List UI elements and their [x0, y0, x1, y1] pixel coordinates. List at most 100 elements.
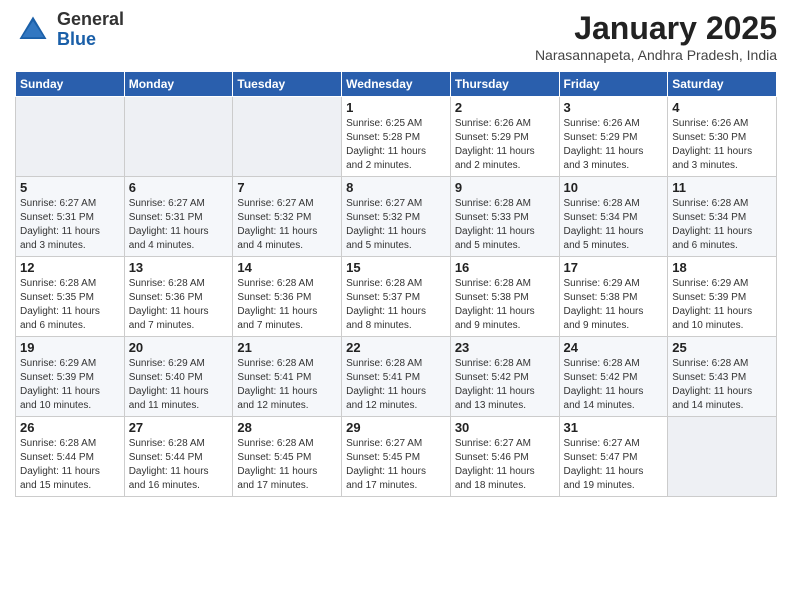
day-info: Sunrise: 6:28 AMSunset: 5:42 PMDaylight:… — [564, 357, 664, 413]
calendar-day-cell: 8 Sunrise: 6:27 AMSunset: 5:32 PMDaylight… — [342, 177, 451, 257]
calendar-day-header: Sunday — [16, 72, 125, 97]
day-info: Sunrise: 6:28 AMSunset: 5:44 PMDaylight:… — [129, 437, 229, 493]
calendar-day-cell: 1 Sunrise: 6:25 AMSunset: 5:28 PMDaylight… — [342, 97, 451, 177]
day-info: Sunrise: 6:29 AMSunset: 5:38 PMDaylight:… — [564, 277, 664, 333]
day-number: 6 — [129, 180, 229, 195]
day-number: 11 — [672, 180, 772, 195]
day-number: 15 — [346, 260, 446, 275]
calendar-day-cell — [233, 97, 342, 177]
day-info: Sunrise: 6:28 AMSunset: 5:36 PMDaylight:… — [129, 277, 229, 333]
day-number: 14 — [237, 260, 337, 275]
title-block: January 2025 Narasannapeta, Andhra Prade… — [535, 10, 777, 63]
day-info: Sunrise: 6:28 AMSunset: 5:42 PMDaylight:… — [455, 357, 555, 413]
calendar-day-header: Thursday — [450, 72, 559, 97]
day-info: Sunrise: 6:26 AMSunset: 5:29 PMDaylight:… — [564, 117, 664, 173]
day-info: Sunrise: 6:28 AMSunset: 5:34 PMDaylight:… — [564, 197, 664, 253]
calendar-day-cell: 28 Sunrise: 6:28 AMSunset: 5:45 PMDayligh… — [233, 417, 342, 497]
calendar-day-cell: 23 Sunrise: 6:28 AMSunset: 5:42 PMDayligh… — [450, 337, 559, 417]
calendar-day-cell: 11 Sunrise: 6:28 AMSunset: 5:34 PMDayligh… — [668, 177, 777, 257]
day-info: Sunrise: 6:28 AMSunset: 5:33 PMDaylight:… — [455, 197, 555, 253]
logo-icon — [15, 12, 51, 48]
calendar-day-cell — [124, 97, 233, 177]
calendar-week-row: 26 Sunrise: 6:28 AMSunset: 5:44 PMDayligh… — [16, 417, 777, 497]
day-info: Sunrise: 6:28 AMSunset: 5:45 PMDaylight:… — [237, 437, 337, 493]
day-info: Sunrise: 6:28 AMSunset: 5:34 PMDaylight:… — [672, 197, 772, 253]
calendar-day-cell: 4 Sunrise: 6:26 AMSunset: 5:30 PMDaylight… — [668, 97, 777, 177]
day-number: 22 — [346, 340, 446, 355]
calendar-day-cell: 24 Sunrise: 6:28 AMSunset: 5:42 PMDayligh… — [559, 337, 668, 417]
calendar-day-cell: 26 Sunrise: 6:28 AMSunset: 5:44 PMDayligh… — [16, 417, 125, 497]
calendar-day-cell: 6Sunrise: 6:27 AMSunset: 5:31 PMDaylight… — [124, 177, 233, 257]
day-info: Sunrise: 6:25 AMSunset: 5:28 PMDaylight:… — [346, 117, 446, 173]
day-info: Sunrise: 6:28 AMSunset: 5:44 PMDaylight:… — [20, 437, 120, 493]
day-number: 27 — [129, 420, 229, 435]
day-number: 10 — [564, 180, 664, 195]
calendar-day-cell: 9Sunrise: 6:28 AMSunset: 5:33 PMDaylight… — [450, 177, 559, 257]
calendar-day-cell: 30Sunrise: 6:27 AMSunset: 5:46 PMDayligh… — [450, 417, 559, 497]
day-info: Sunrise: 6:29 AMSunset: 5:39 PMDaylight:… — [20, 357, 120, 413]
logo: General Blue — [15, 10, 124, 50]
day-number: 17 — [564, 260, 664, 275]
day-info: Sunrise: 6:28 AMSunset: 5:41 PMDaylight:… — [346, 357, 446, 413]
calendar-day-header: Tuesday — [233, 72, 342, 97]
calendar-header-row: SundayMondayTuesdayWednesdayThursdayFrid… — [16, 72, 777, 97]
calendar-day-cell: 25Sunrise: 6:28 AMSunset: 5:43 PMDayligh… — [668, 337, 777, 417]
day-number: 23 — [455, 340, 555, 355]
logo-text: General Blue — [57, 10, 124, 50]
day-number: 29 — [346, 420, 446, 435]
calendar-day-cell: 12 Sunrise: 6:28 AMSunset: 5:35 PMDayligh… — [16, 257, 125, 337]
calendar-day-header: Saturday — [668, 72, 777, 97]
calendar-day-cell — [16, 97, 125, 177]
calendar-day-cell: 22 Sunrise: 6:28 AMSunset: 5:41 PMDayligh… — [342, 337, 451, 417]
calendar-day-cell: 16Sunrise: 6:28 AMSunset: 5:38 PMDayligh… — [450, 257, 559, 337]
header: General Blue January 2025 Narasannapeta,… — [15, 10, 777, 63]
calendar-day-header: Wednesday — [342, 72, 451, 97]
day-info: Sunrise: 6:28 AMSunset: 5:35 PMDaylight:… — [20, 277, 120, 333]
day-number: 8 — [346, 180, 446, 195]
day-number: 1 — [346, 100, 446, 115]
calendar-day-cell: 18Sunrise: 6:29 AMSunset: 5:39 PMDayligh… — [668, 257, 777, 337]
calendar-day-cell: 19 Sunrise: 6:29 AMSunset: 5:39 PMDayligh… — [16, 337, 125, 417]
day-number: 3 — [564, 100, 664, 115]
day-number: 28 — [237, 420, 337, 435]
calendar-day-cell: 7 Sunrise: 6:27 AMSunset: 5:32 PMDaylight… — [233, 177, 342, 257]
day-number: 7 — [237, 180, 337, 195]
day-number: 18 — [672, 260, 772, 275]
calendar-day-cell: 20Sunrise: 6:29 AMSunset: 5:40 PMDayligh… — [124, 337, 233, 417]
day-number: 21 — [237, 340, 337, 355]
day-number: 26 — [20, 420, 120, 435]
day-info: Sunrise: 6:27 AMSunset: 5:31 PMDaylight:… — [20, 197, 120, 253]
day-number: 13 — [129, 260, 229, 275]
day-info: Sunrise: 6:26 AMSunset: 5:30 PMDaylight:… — [672, 117, 772, 173]
calendar-day-cell: 21Sunrise: 6:28 AMSunset: 5:41 PMDayligh… — [233, 337, 342, 417]
location: Narasannapeta, Andhra Pradesh, India — [535, 47, 777, 63]
calendar-day-cell: 10 Sunrise: 6:28 AMSunset: 5:34 PMDayligh… — [559, 177, 668, 257]
calendar-day-cell: 13 Sunrise: 6:28 AMSunset: 5:36 PMDayligh… — [124, 257, 233, 337]
day-number: 24 — [564, 340, 664, 355]
calendar-day-cell: 14Sunrise: 6:28 AMSunset: 5:36 PMDayligh… — [233, 257, 342, 337]
month-title: January 2025 — [535, 10, 777, 47]
calendar-day-cell: 17 Sunrise: 6:29 AMSunset: 5:38 PMDayligh… — [559, 257, 668, 337]
calendar-week-row: 5 Sunrise: 6:27 AMSunset: 5:31 PMDaylight… — [16, 177, 777, 257]
day-number: 4 — [672, 100, 772, 115]
day-info: Sunrise: 6:27 AMSunset: 5:32 PMDaylight:… — [346, 197, 446, 253]
day-number: 2 — [455, 100, 555, 115]
logo-blue: Blue — [57, 30, 124, 50]
calendar-day-cell — [668, 417, 777, 497]
day-info: Sunrise: 6:27 AMSunset: 5:32 PMDaylight:… — [237, 197, 337, 253]
day-number: 31 — [564, 420, 664, 435]
calendar-day-header: Monday — [124, 72, 233, 97]
day-number: 12 — [20, 260, 120, 275]
calendar-day-cell: 27 Sunrise: 6:28 AMSunset: 5:44 PMDayligh… — [124, 417, 233, 497]
calendar-day-cell: 29Sunrise: 6:27 AMSunset: 5:45 PMDayligh… — [342, 417, 451, 497]
page: General Blue January 2025 Narasannapeta,… — [0, 0, 792, 612]
day-number: 19 — [20, 340, 120, 355]
day-number: 25 — [672, 340, 772, 355]
calendar-week-row: 19 Sunrise: 6:29 AMSunset: 5:39 PMDayligh… — [16, 337, 777, 417]
day-info: Sunrise: 6:27 AMSunset: 5:47 PMDaylight:… — [564, 437, 664, 493]
logo-general: General — [57, 10, 124, 30]
calendar-day-cell: 2Sunrise: 6:26 AMSunset: 5:29 PMDaylight… — [450, 97, 559, 177]
day-number: 5 — [20, 180, 120, 195]
day-number: 30 — [455, 420, 555, 435]
calendar-day-cell: 3 Sunrise: 6:26 AMSunset: 5:29 PMDaylight… — [559, 97, 668, 177]
